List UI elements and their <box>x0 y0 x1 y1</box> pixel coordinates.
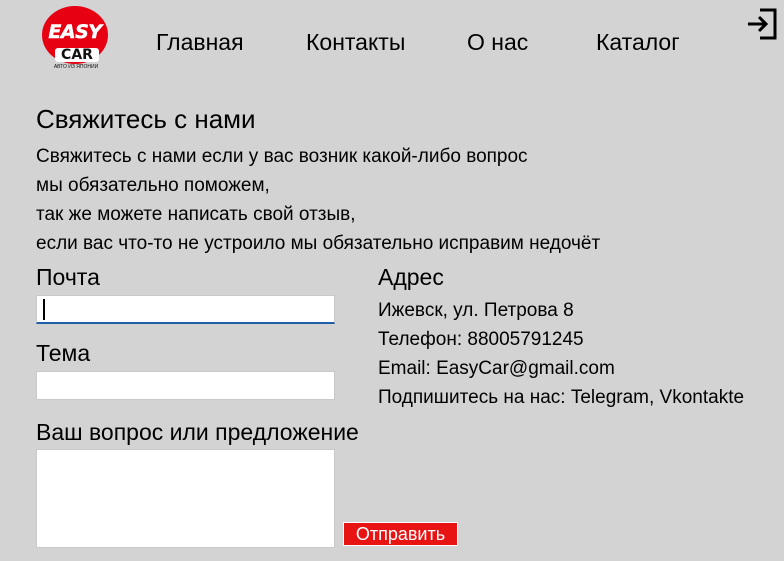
address-heading: Адрес <box>378 264 444 290</box>
easycar-logo[interactable]: EASY CAR АВТО ИЗ ЯПОНИИ <box>42 6 110 74</box>
nav-about-link[interactable]: О нас <box>467 29 528 56</box>
address-phone: Телефон: 88005791245 <box>378 329 584 350</box>
text-cursor <box>43 299 45 320</box>
intro-line: мы обязательно поможем, <box>36 175 270 196</box>
subscribe-line: Подпишитесь на нас: Telegram, Vkontakte <box>378 383 744 412</box>
login-icon[interactable] <box>745 7 779 41</box>
logo-brand-top: EASY <box>48 21 102 44</box>
address-block: Ижевск, ул. Петрова 8 Телефон: 880057912… <box>378 296 744 412</box>
nav-home-link[interactable]: Главная <box>156 29 244 56</box>
telegram-link[interactable]: Telegram, <box>571 387 654 408</box>
page-title: Свяжитесь с нами <box>36 104 256 134</box>
topic-field[interactable] <box>36 371 335 400</box>
message-label: Ваш вопрос или предложение <box>36 419 359 445</box>
topic-label: Тема <box>36 340 91 366</box>
nav-catalog-link[interactable]: Каталог <box>596 29 680 56</box>
address-street: Ижевск, ул. Петрова 8 <box>378 300 574 321</box>
contact-page: EASY CAR АВТО ИЗ ЯПОНИИ Главная Контакты… <box>0 0 784 561</box>
intro-line: так же можете написать свой отзыв, <box>36 204 356 225</box>
intro-line: если вас что-то не устроило мы обязатель… <box>36 233 601 254</box>
subscribe-label: Подпишитесь на нас: <box>378 387 566 408</box>
intro-line: Свяжитесь с нами если у вас возник какой… <box>36 146 528 167</box>
intro-text: Свяжитесь с нами если у вас возник какой… <box>36 142 600 258</box>
nav-contacts-link[interactable]: Контакты <box>306 29 405 56</box>
email-field[interactable] <box>36 295 335 324</box>
logo-tagline: АВТО ИЗ ЯПОНИИ <box>53 64 99 70</box>
address-email: Email: EasyCar@gmail.com <box>378 358 615 379</box>
vkontakte-link[interactable]: Vkontakte <box>660 387 745 408</box>
message-textarea[interactable] <box>36 449 335 548</box>
logo-brand-bottom: CAR <box>55 48 99 62</box>
email-label: Почта <box>36 264 100 290</box>
submit-button[interactable]: Отправить <box>343 522 458 546</box>
